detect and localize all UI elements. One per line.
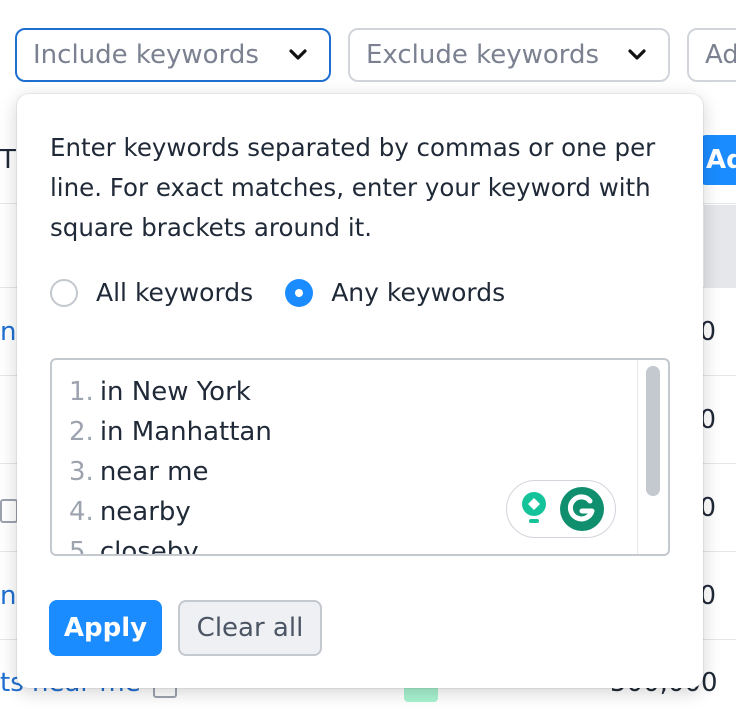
line-number: 3. bbox=[69, 457, 94, 487]
line-number: 4. bbox=[69, 497, 94, 527]
any-keywords-radio[interactable] bbox=[285, 278, 314, 307]
add-button[interactable]: Add bbox=[700, 135, 736, 185]
keyword-text: nearby bbox=[99, 497, 191, 527]
keyword-link[interactable]: n bbox=[0, 581, 16, 611]
all-keywords-option[interactable]: All keywords bbox=[50, 278, 253, 307]
chevron-down-icon bbox=[628, 49, 646, 60]
all-keywords-label: All keywords bbox=[96, 278, 254, 307]
line-number: 2. bbox=[69, 417, 94, 447]
include-keywords-label: Include keywords bbox=[33, 40, 259, 70]
match-mode-radio-group: All keywords Any keywords bbox=[50, 278, 537, 307]
column-header: T bbox=[0, 145, 16, 175]
keyword-line: 3. near me bbox=[69, 452, 272, 492]
chevron-down-icon bbox=[289, 49, 307, 60]
scrollbar-thumb[interactable] bbox=[646, 366, 660, 496]
lightbulb-icon[interactable] bbox=[517, 489, 551, 529]
any-keywords-option[interactable]: Any keywords bbox=[285, 278, 505, 307]
grammarly-g-icon[interactable] bbox=[559, 486, 605, 532]
keyword-text: in New York bbox=[99, 377, 251, 407]
serp-icon bbox=[0, 499, 18, 523]
keywords-textarea[interactable]: 1. in New York 2. in Manhattan 3. near me 4… bbox=[50, 358, 670, 556]
keyword-line: 4. nearby bbox=[69, 492, 272, 532]
table-header-band bbox=[704, 205, 736, 287]
keyword-line: 2. in Manhattan bbox=[69, 412, 272, 452]
popup-description: Enter keywords separated by commas or on… bbox=[50, 133, 656, 242]
apply-button[interactable]: Apply bbox=[49, 600, 162, 656]
keyword-text: closeby bbox=[99, 537, 199, 556]
include-keywords-dropdown[interactable]: Include keywords bbox=[15, 28, 331, 82]
line-number: 5. bbox=[69, 537, 94, 556]
line-number: 1. bbox=[69, 377, 94, 407]
keyword-line: 5. closeby bbox=[69, 532, 272, 556]
grammarly-widget[interactable] bbox=[506, 480, 616, 538]
advanced-filters-dropdown[interactable]: Ad bbox=[687, 28, 736, 82]
exclude-keywords-label: Exclude keywords bbox=[366, 40, 600, 70]
exclude-keywords-dropdown[interactable]: Exclude keywords bbox=[348, 28, 670, 82]
any-keywords-label: Any keywords bbox=[331, 278, 506, 307]
clear-all-button[interactable]: Clear all bbox=[178, 600, 322, 656]
keyword-line: 1. in New York bbox=[69, 372, 272, 412]
keyword-text: in Manhattan bbox=[99, 417, 272, 447]
advanced-filters-label: Ad bbox=[705, 40, 736, 70]
all-keywords-radio[interactable] bbox=[50, 278, 78, 307]
include-keywords-popup: Enter keywords separated by commas or on… bbox=[17, 94, 703, 688]
keyword-text: near me bbox=[99, 457, 209, 487]
keyword-list: 1. in New York 2. in Manhattan 3. near me 4… bbox=[69, 372, 272, 556]
